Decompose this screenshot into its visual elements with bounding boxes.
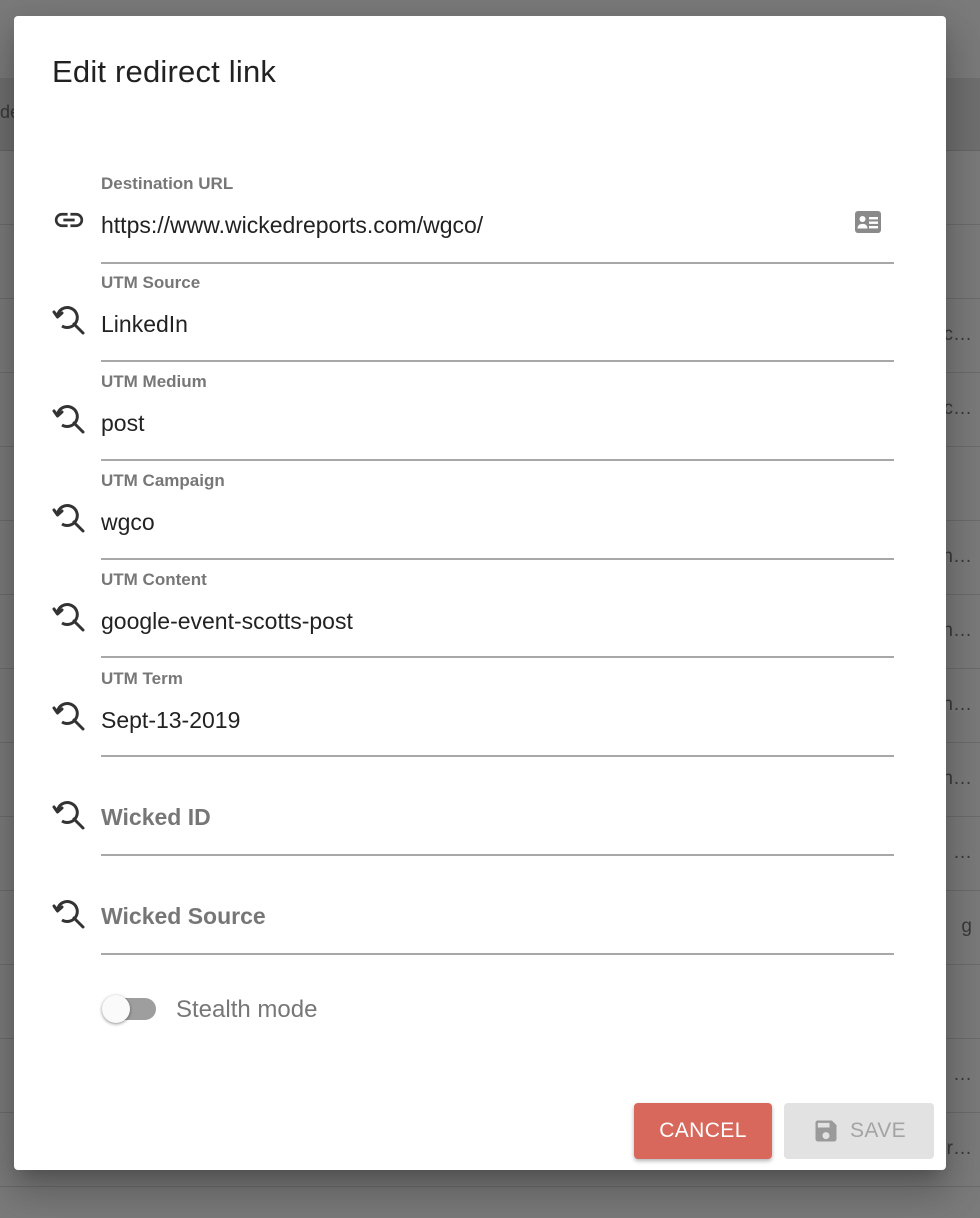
save-button-label: SAVE xyxy=(849,1119,907,1142)
utm-term-field[interactable]: UTM Term Sept-13-2019 xyxy=(52,669,894,768)
search-history-icon xyxy=(52,698,88,734)
utm-term-input[interactable]: Sept-13-2019 xyxy=(101,707,841,734)
utm-term-label: UTM Term xyxy=(101,669,183,688)
utm-source-label: UTM Source xyxy=(101,273,201,292)
wicked-source-input[interactable]: Wicked Source xyxy=(101,903,266,930)
stealth-mode-label: Stealth mode xyxy=(176,996,318,1023)
toggle-thumb xyxy=(102,995,130,1023)
contact-card-icon[interactable] xyxy=(854,209,882,235)
stealth-mode-toggle[interactable] xyxy=(102,994,158,1024)
search-history-icon xyxy=(52,401,88,437)
search-history-icon xyxy=(52,797,88,833)
cancel-button-label: CANCEL xyxy=(659,1119,747,1142)
utm-campaign-label: UTM Campaign xyxy=(101,471,225,490)
destination-url-label: Destination URL xyxy=(101,174,234,193)
utm-content-input[interactable]: google-event-scotts-post xyxy=(101,608,841,635)
utm-source-input[interactable]: LinkedIn xyxy=(101,311,841,338)
save-button[interactable]: SAVE xyxy=(784,1103,934,1159)
utm-campaign-input[interactable]: wgco xyxy=(101,509,841,536)
field-underline xyxy=(101,262,894,264)
field-underline xyxy=(101,459,894,461)
utm-medium-input[interactable]: post xyxy=(101,410,841,437)
floppy-disk-icon xyxy=(812,1117,840,1145)
search-history-icon xyxy=(52,302,88,338)
utm-medium-field[interactable]: UTM Medium post xyxy=(52,372,894,471)
cancel-button[interactable]: CANCEL xyxy=(634,1103,772,1159)
search-history-icon xyxy=(52,896,88,932)
field-underline xyxy=(101,854,894,856)
utm-medium-label: UTM Medium xyxy=(101,372,207,391)
field-underline xyxy=(101,558,894,560)
wicked-source-field[interactable]: Wicked Source xyxy=(52,867,894,966)
wicked-id-input[interactable]: Wicked ID xyxy=(101,804,211,831)
field-underline xyxy=(101,953,894,955)
search-history-icon xyxy=(52,599,88,635)
dialog-title: Edit redirect link xyxy=(52,54,277,89)
destination-url-field[interactable]: Destination URL https://www.wickedreport… xyxy=(52,174,894,273)
field-underline xyxy=(101,755,894,757)
destination-url-input[interactable]: https://www.wickedreports.com/wgco/ xyxy=(101,212,841,239)
field-underline xyxy=(101,656,894,658)
utm-source-field[interactable]: UTM Source LinkedIn xyxy=(52,273,894,372)
wicked-id-field[interactable]: Wicked ID xyxy=(52,768,894,867)
search-history-icon xyxy=(52,500,88,536)
link-icon xyxy=(52,203,88,239)
utm-content-field[interactable]: UTM Content google-event-scotts-post xyxy=(52,570,894,669)
field-underline xyxy=(101,360,894,362)
utm-campaign-field[interactable]: UTM Campaign wgco xyxy=(52,471,894,570)
utm-content-label: UTM Content xyxy=(101,570,207,589)
